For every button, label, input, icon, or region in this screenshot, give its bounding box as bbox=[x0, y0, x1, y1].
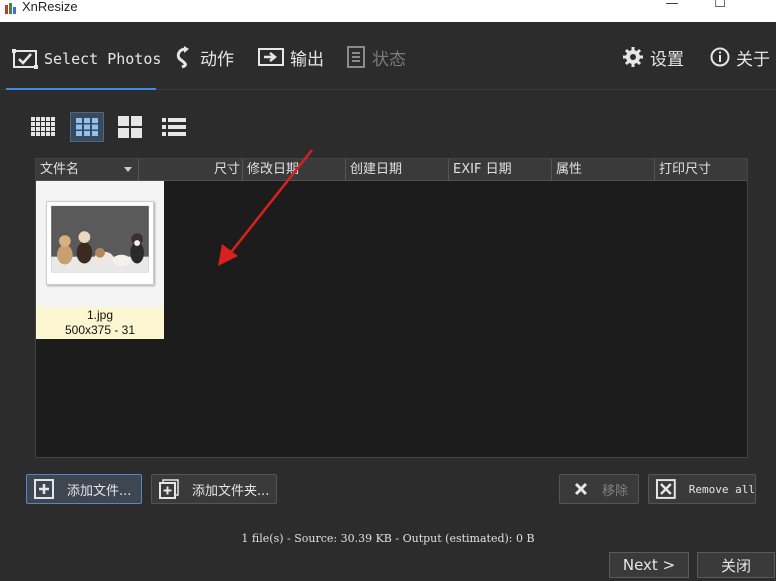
add-folder-label: 添加文件夹... bbox=[192, 483, 270, 499]
column-header-created-date[interactable]: 创建日期 bbox=[346, 159, 449, 181]
list-item[interactable]: 1.jpg 500x375 - 31 bbox=[36, 181, 164, 339]
large-thumbnails-icon bbox=[118, 116, 142, 138]
about-label: 关于 bbox=[736, 49, 770, 70]
medium-thumbnails-icon bbox=[76, 118, 98, 136]
tab-label: 动作 bbox=[200, 49, 234, 70]
status-icon bbox=[347, 46, 365, 68]
tab-select-photos[interactable]: Select Photos bbox=[6, 28, 167, 90]
remove-all-button[interactable]: Remove all bbox=[648, 474, 756, 504]
settings-label: 设置 bbox=[650, 49, 684, 70]
tab-label: 状态 bbox=[372, 49, 406, 70]
file-list-header: 文件名 尺寸 修改日期 创建日期 EXIF 日期 属性 打印尺寸 bbox=[36, 159, 747, 181]
remove-button[interactable]: 移除 bbox=[559, 474, 639, 504]
column-header-exif-date[interactable]: EXIF 日期 bbox=[449, 159, 552, 181]
close-icon bbox=[574, 482, 588, 496]
column-label: 属性 bbox=[556, 162, 583, 177]
photo-thumbnail bbox=[46, 201, 154, 285]
tab-action[interactable]: 动作 bbox=[172, 40, 234, 74]
column-header-modified-date[interactable]: 修改日期 bbox=[243, 159, 346, 181]
tab-label: Select Photos bbox=[44, 50, 162, 68]
settings-button[interactable]: 设置 bbox=[622, 40, 684, 74]
add-folder-button[interactable]: 添加文件夹... bbox=[151, 474, 277, 504]
app-logo-icon bbox=[5, 3, 16, 14]
title-bar: XnResize — ☐ bbox=[0, 0, 776, 22]
column-header-size[interactable]: 尺寸 bbox=[139, 159, 243, 181]
view-large-thumbnails-button[interactable] bbox=[113, 112, 147, 142]
column-label: 尺寸 bbox=[213, 162, 240, 177]
toolbar: Select Photos 动作 输出 状态 设置 关于 bbox=[0, 22, 776, 90]
tab-output[interactable]: 输出 bbox=[258, 40, 324, 74]
remove-label: 移除 bbox=[602, 483, 629, 499]
about-button[interactable]: 关于 bbox=[710, 40, 770, 74]
output-icon bbox=[258, 48, 284, 66]
view-details-list-button[interactable] bbox=[157, 112, 191, 142]
small-thumbnails-icon bbox=[31, 117, 55, 136]
close-button[interactable]: 关闭 bbox=[697, 552, 775, 578]
column-header-filename[interactable]: 文件名 bbox=[36, 159, 139, 181]
tab-label: 输出 bbox=[290, 49, 324, 70]
action-icon bbox=[176, 46, 189, 69]
add-folder-icon bbox=[159, 479, 179, 499]
minimize-button[interactable]: — bbox=[652, 0, 692, 20]
column-header-print-size[interactable]: 打印尺寸 bbox=[655, 159, 747, 181]
maximize-button[interactable]: ☐ bbox=[700, 0, 740, 20]
file-name: 1.jpg bbox=[86, 308, 114, 322]
view-medium-thumbnails-button[interactable] bbox=[70, 112, 104, 142]
gear-icon bbox=[623, 47, 643, 67]
file-info: 500x375 - 31 bbox=[64, 323, 136, 337]
info-icon bbox=[710, 47, 730, 67]
close-label: 关闭 bbox=[720, 556, 751, 575]
column-label: EXIF 日期 bbox=[453, 162, 512, 177]
sort-descending-icon bbox=[124, 167, 132, 172]
add-files-button[interactable]: 添加文件... bbox=[26, 474, 142, 504]
active-tab-indicator bbox=[6, 88, 156, 90]
main-window: Select Photos 动作 输出 状态 设置 关于 文件名 尺寸 修改日期… bbox=[0, 22, 776, 581]
status-text: 1 file(s) - Source: 30.39 KB - Output (e… bbox=[241, 532, 535, 545]
window-title: XnResize bbox=[22, 0, 78, 14]
column-label: 打印尺寸 bbox=[659, 162, 712, 177]
tab-status[interactable]: 状态 bbox=[346, 40, 406, 74]
add-files-label: 添加文件... bbox=[67, 483, 132, 499]
thumbnail-caption: 1.jpg 500x375 - 31 bbox=[36, 307, 164, 339]
details-list-icon bbox=[162, 118, 186, 136]
add-file-icon bbox=[34, 479, 54, 499]
select-photos-icon bbox=[12, 49, 38, 69]
column-header-attributes[interactable]: 属性 bbox=[552, 159, 655, 181]
next-button[interactable]: Next > bbox=[609, 552, 689, 578]
remove-all-icon bbox=[655, 479, 676, 499]
remove-all-label: Remove all bbox=[688, 482, 755, 496]
column-label: 文件名 bbox=[40, 162, 80, 177]
view-small-thumbnails-button[interactable] bbox=[26, 112, 60, 142]
column-label: 创建日期 bbox=[350, 162, 403, 177]
next-label: Next > bbox=[622, 556, 676, 574]
file-list[interactable]: 文件名 尺寸 修改日期 创建日期 EXIF 日期 属性 打印尺寸 1.jpg 5… bbox=[35, 158, 748, 458]
column-label: 修改日期 bbox=[247, 162, 300, 177]
